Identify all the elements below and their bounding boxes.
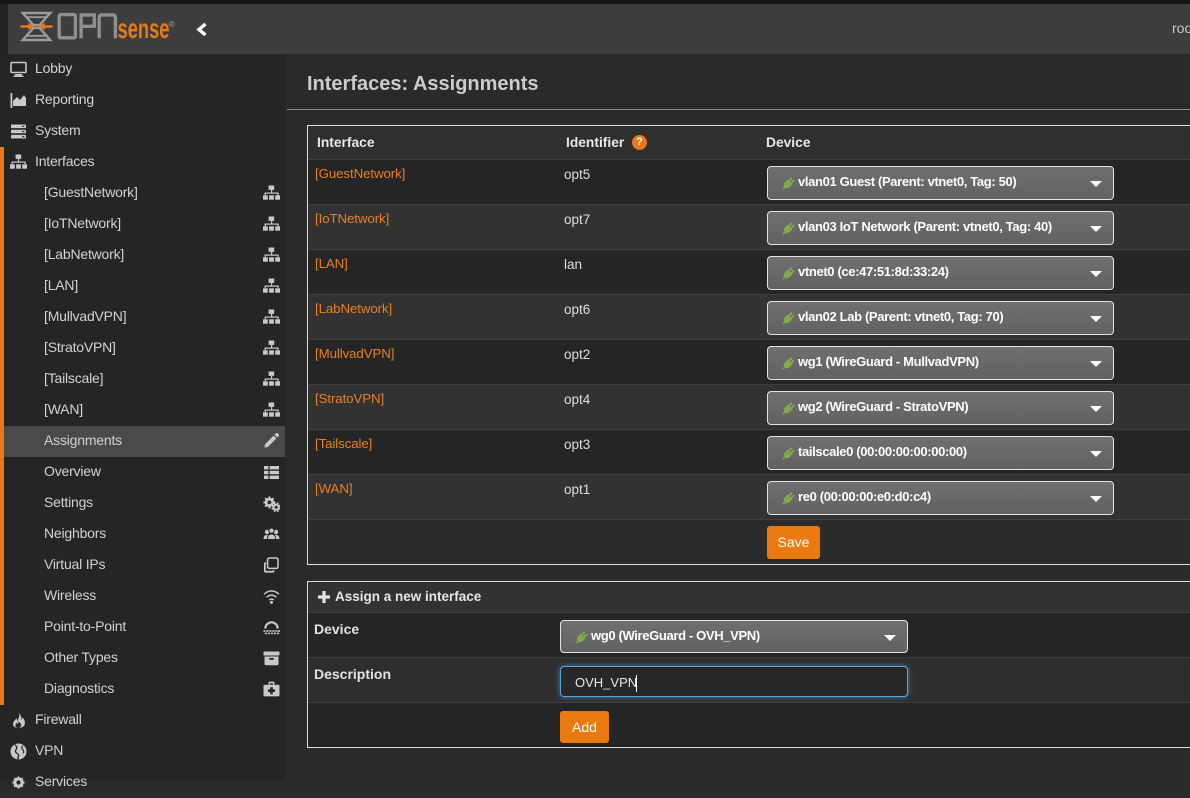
svg-text:sense: sense (118, 13, 170, 44)
svg-text:®: ® (169, 19, 176, 29)
